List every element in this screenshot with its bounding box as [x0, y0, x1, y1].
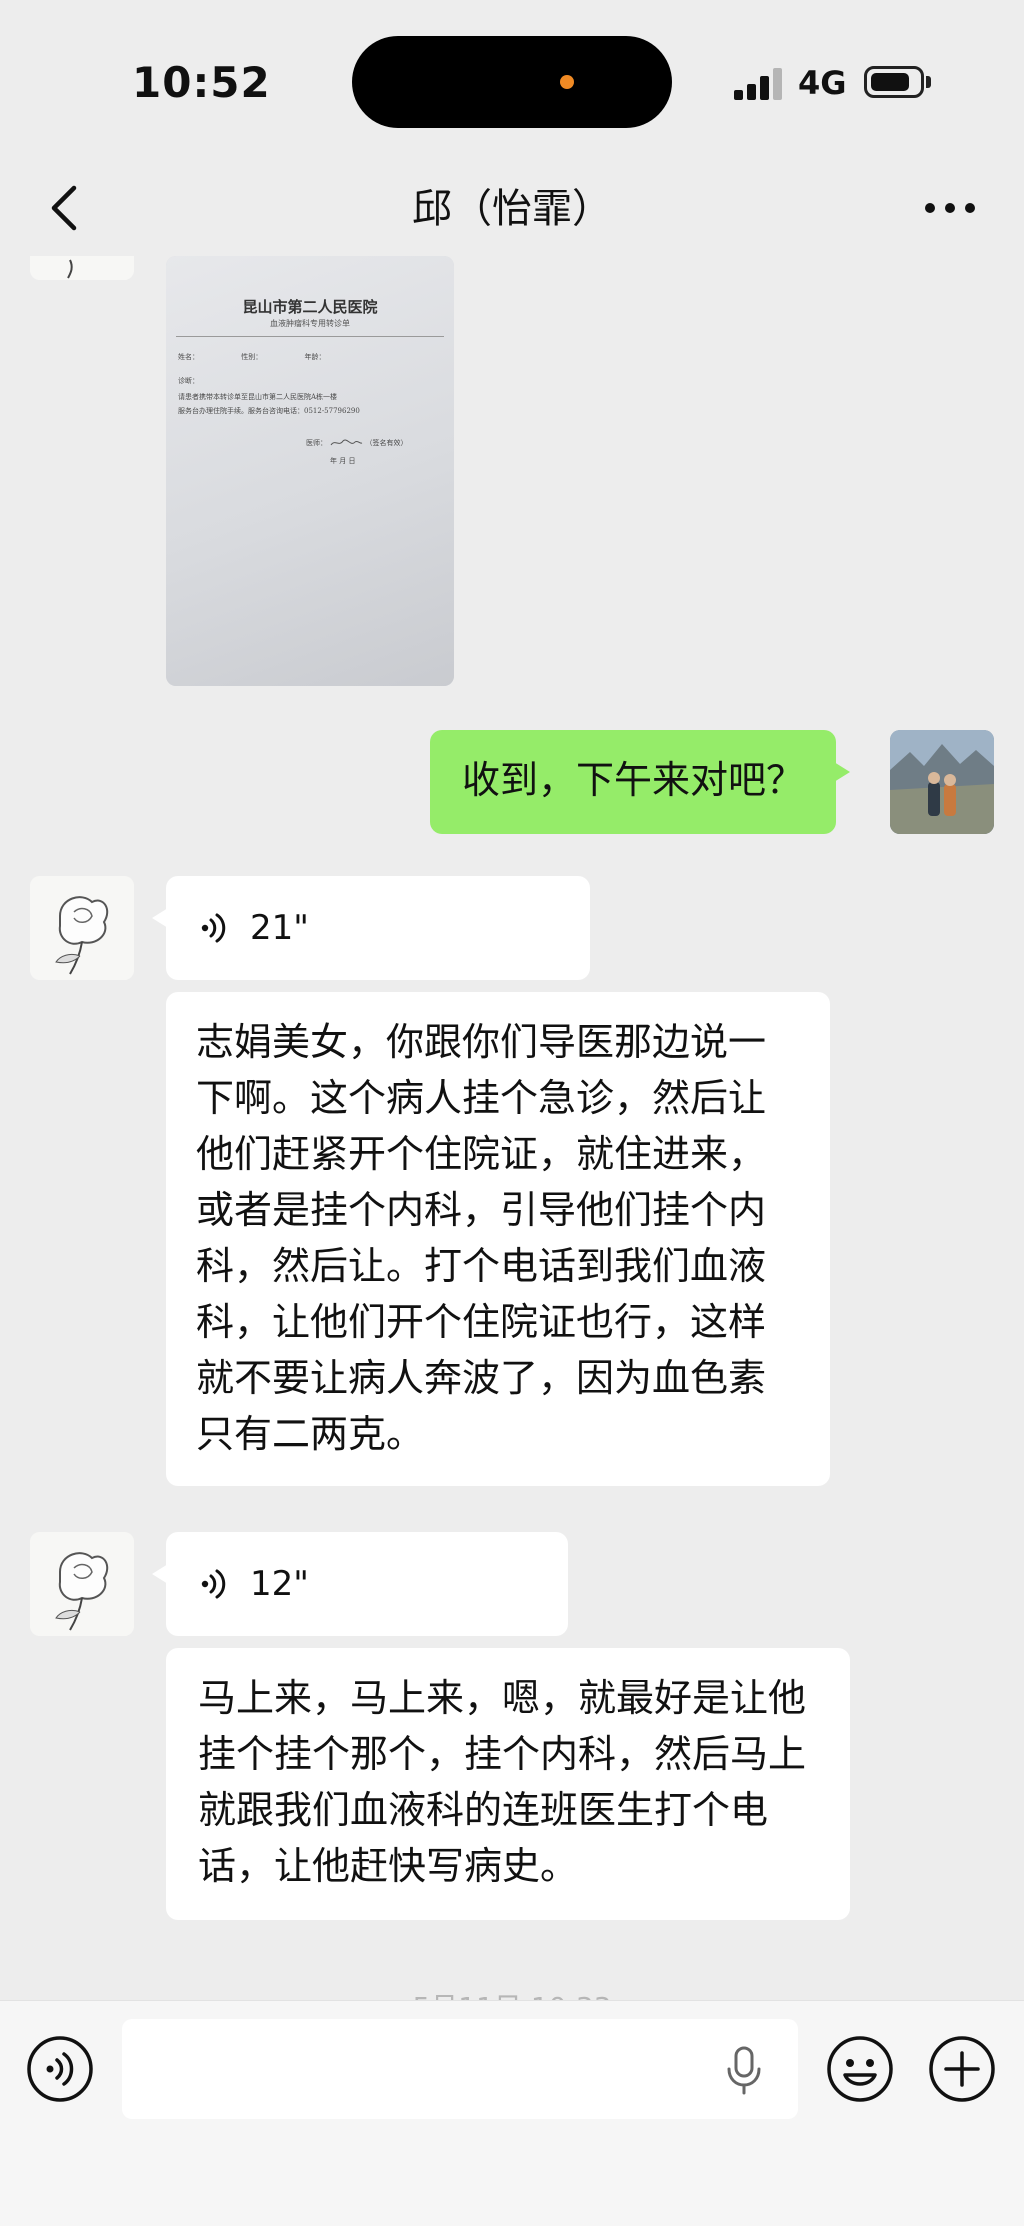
contact-avatar[interactable]: [30, 876, 134, 980]
status-bar: 10:52 4G: [0, 0, 1024, 160]
message-input[interactable]: [122, 2019, 798, 2119]
ellipsis-icon[interactable]: [918, 182, 982, 234]
doc-hospital-name: 昆山市第二人民医院: [242, 298, 378, 316]
doc-instruction-1: 请患者携带本转诊单至昆山市第二人民医院A栋一楼: [178, 393, 338, 401]
battery-tip: [926, 76, 931, 88]
voice-wave-icon: [201, 913, 226, 943]
sent-message-text: 收到，下午来对吧？: [462, 758, 805, 802]
contact-avatar[interactable]: [30, 256, 134, 280]
network-type: 4G: [798, 64, 847, 102]
contact-avatar[interactable]: [30, 1532, 134, 1636]
voice-message-bubble[interactable]: 21": [152, 876, 590, 980]
cellular-signal-icon: [734, 68, 784, 100]
dynamic-island: [352, 36, 672, 128]
image-message[interactable]: 昆山市第二人民医院 血液肿瘤科专用转诊单 姓名： 性别： 年龄： 诊断： 请患者…: [166, 256, 454, 686]
battery-icon: [864, 66, 924, 98]
voice-transcript-text: 志娟美女，你跟你们导医那边说一下啊。这个病人挂个急诊，然后让他们赶紧开个住院证，…: [196, 1020, 767, 1456]
doc-subtitle: 血液肿瘤科专用转诊单: [270, 319, 350, 328]
plus-icon[interactable]: [928, 2035, 996, 2103]
emoji-icon[interactable]: [826, 2035, 894, 2103]
doc-instruction-2: 服务台办理住院手续。服务台咨询电话：0512-57796290: [178, 407, 360, 415]
voice-mode-icon[interactable]: [26, 2035, 94, 2103]
message-list[interactable]: 昆山市第二人民医院 血液肿瘤科专用转诊单 姓名： 性别： 年龄： 诊断： 请患者…: [0, 256, 1024, 2000]
voice-message-bubble[interactable]: 12": [152, 1532, 568, 1636]
message-timestamp: 5月11日 10:33: [0, 1986, 1024, 2000]
input-bar: [0, 2000, 1024, 2226]
voice-transcript-bubble[interactable]: 志娟美女，你跟你们导医那边说一下啊。这个病人挂个急诊，然后让他们赶紧开个住院证，…: [166, 992, 830, 1486]
microphone-icon[interactable]: [724, 2045, 764, 2095]
voice-transcript-text: 马上来，马上来，嗯，就最好是让他挂个挂个那个，挂个内科，然后马上就跟我们血液科的…: [198, 1676, 807, 1888]
doc-field-diagnosis: 诊断：: [178, 377, 199, 385]
sent-message-bubble[interactable]: 收到，下午来对吧？: [430, 730, 851, 834]
referral-form-photo: 昆山市第二人民医院 血液肿瘤科专用转诊单 姓名： 性别： 年龄： 诊断： 请患者…: [166, 256, 454, 686]
my-avatar[interactable]: [890, 730, 994, 834]
doc-date: 年 月 日: [330, 457, 356, 465]
doc-signature: 医师： （签名有效）: [306, 439, 408, 447]
doc-field-name: 姓名： 性别： 年龄：: [178, 353, 326, 361]
doc-divider: [176, 336, 444, 337]
handwritten-signature: [330, 439, 363, 446]
recording-indicator-icon: [560, 75, 574, 89]
voice-transcript-bubble[interactable]: 马上来，马上来，嗯，就最好是让他挂个挂个那个，挂个内科，然后马上就跟我们血液科的…: [166, 1648, 850, 1920]
voice-duration: 12": [250, 1564, 309, 1604]
chat-header: 邱（怡霏）: [0, 160, 1024, 256]
voice-wave-icon: [201, 1569, 226, 1599]
voice-duration: 21": [250, 908, 309, 948]
chat-title: 邱（怡霏）: [412, 186, 612, 232]
status-time: 10:52: [132, 58, 271, 107]
